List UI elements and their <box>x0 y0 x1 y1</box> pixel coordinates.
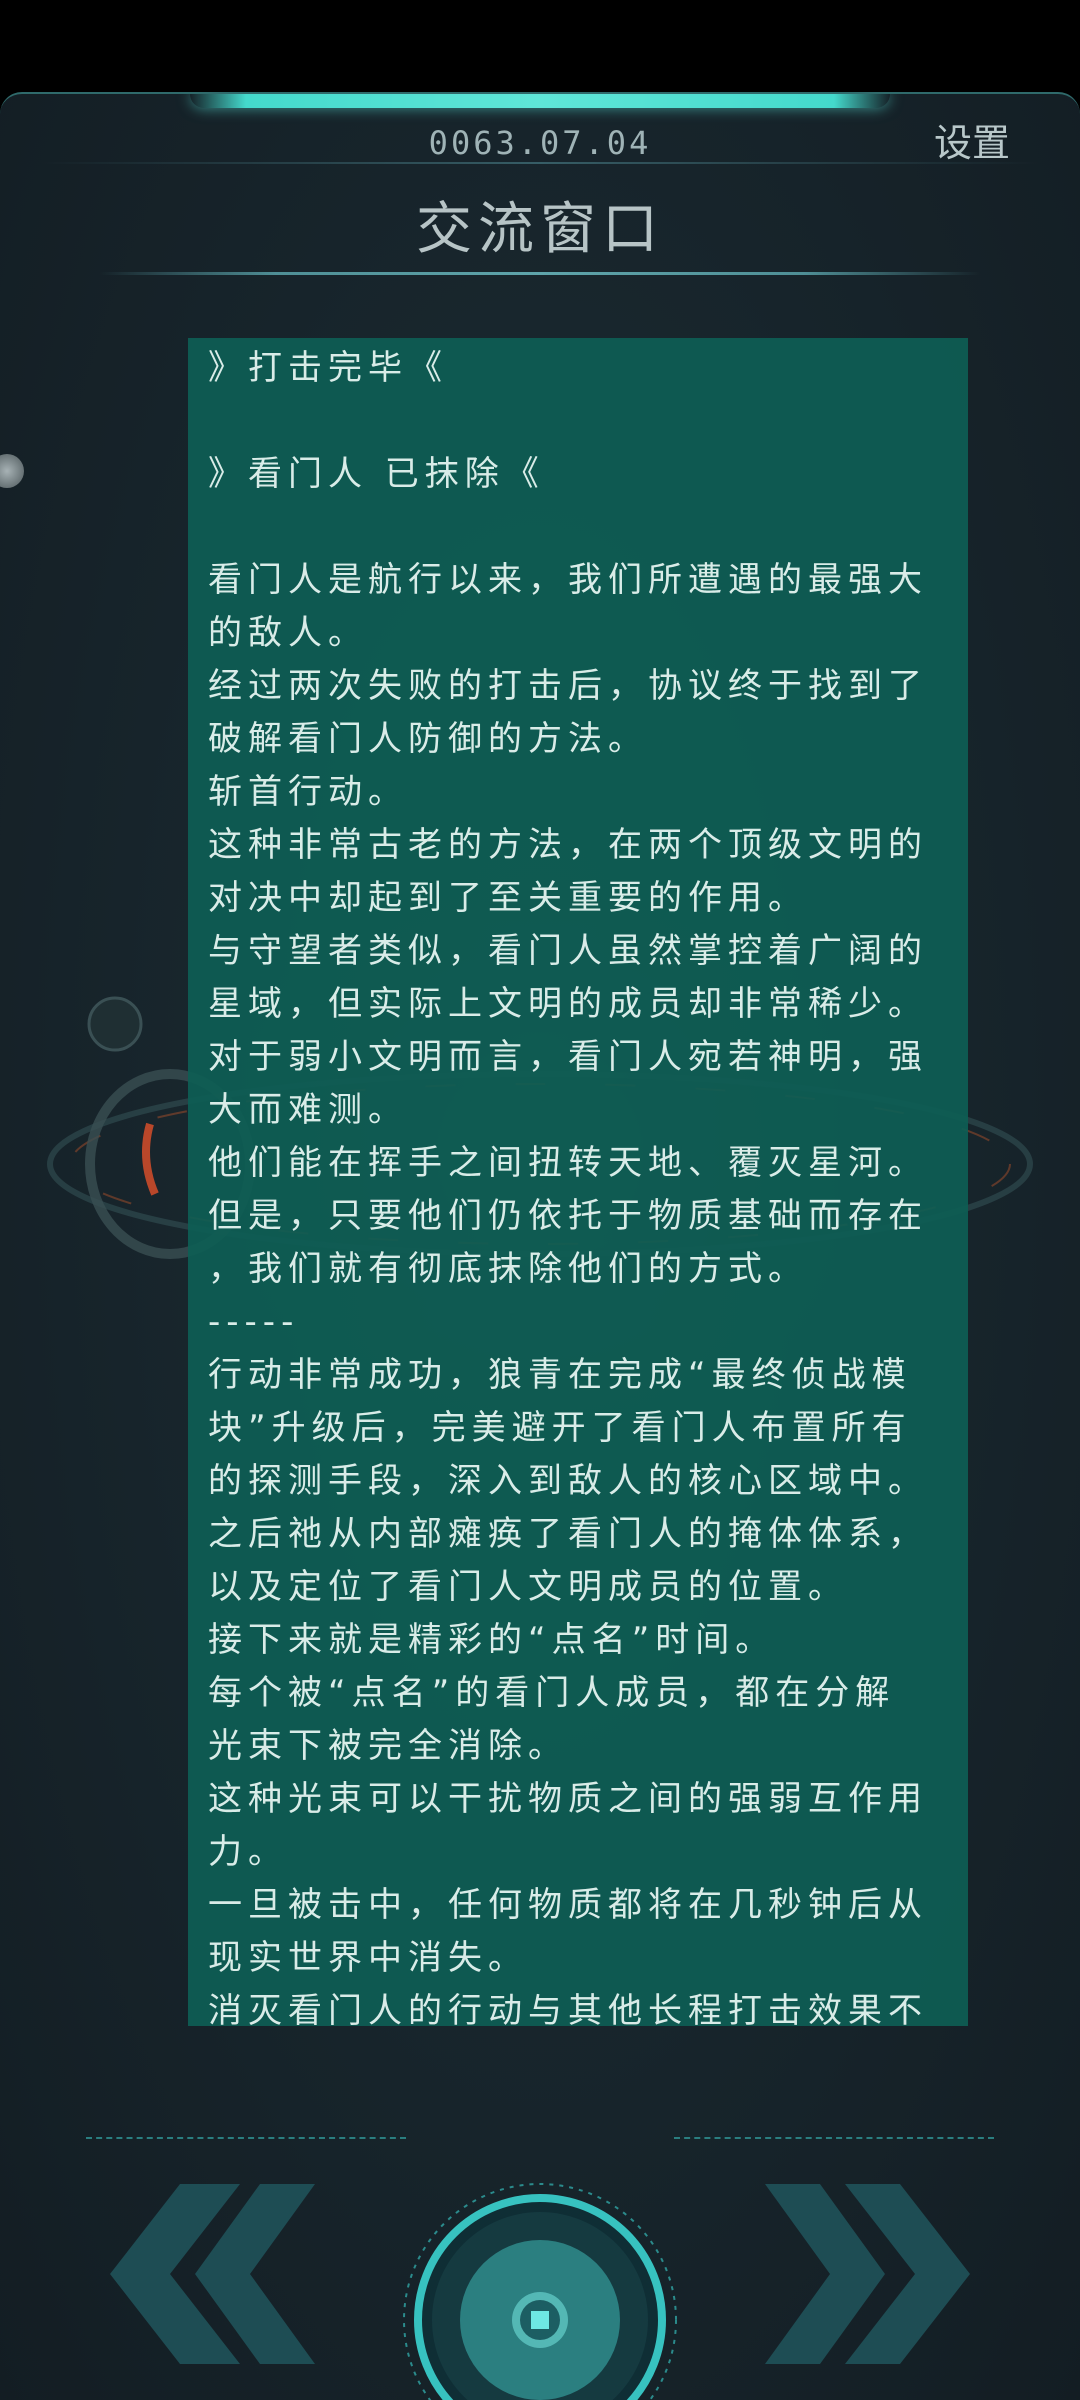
message-line: 他们能在挥手之间扭转天地、覆灭星河。 <box>208 1143 928 1183</box>
date-display: 0063.07.04 <box>428 124 652 162</box>
double-chevron-right-icon <box>765 2184 970 2364</box>
message-line: 一旦被击中，任何物质都将在几秒钟后从 <box>208 1885 928 1925</box>
message-line: 对决中却起到了至关重要的作用。 <box>208 878 808 918</box>
message-line <box>208 395 950 448</box>
message-line: 的敌人。 <box>208 613 368 653</box>
message-panel[interactable]: 》打击完毕《》看门人 已抹除《看门人是航行以来，我们所遭遇的最强大 的敌人。经过两… <box>188 338 968 2026</box>
message-line: 的探测手段，深入到敌人的核心区域中。 <box>208 1461 928 1501</box>
top-divider <box>40 162 1040 164</box>
message-line: 但是，只要他们仍依托于物质基础而存在 <box>208 1196 928 1236</box>
message-line: 力。 <box>208 1832 288 1872</box>
previous-button[interactable] <box>100 2174 320 2374</box>
message-line: 块”升级后，完美避开了看门人布置所有 <box>208 1408 912 1448</box>
page-title: 交流窗口 <box>416 197 664 262</box>
message-line: ，我们就有彻底抹除他们的方式。 <box>208 1249 808 1289</box>
message-line: 这种非常古老的方法，在两个顶级文明的 <box>208 825 928 865</box>
message-list: 》打击完毕《》看门人 已抹除《看门人是航行以来，我们所遭遇的最强大 的敌人。经过两… <box>208 342 950 2026</box>
message-line: 看门人是航行以来，我们所遭遇的最强大 <box>208 560 928 600</box>
communication-window: 0063.07.04 设置 交流窗口 》打击完毕《》看门人 已抹除《看门人是航行… <box>0 92 1080 2400</box>
message-line: 这种光束可以干扰物质之间的强弱互作用 <box>208 1779 928 1819</box>
message-line: 接下来就是精彩的“点名”时间。 <box>208 1620 776 1660</box>
message-line: 经过两次失败的打击后，协议终于找到了 <box>208 666 928 706</box>
message-line: 行动非常成功，狼青在完成“最终侦战模 <box>208 1355 912 1395</box>
message-line: 之后祂从内部瘫痪了看门人的掩体体系， <box>208 1514 928 1554</box>
message-line: 》打击完毕《 <box>208 348 448 388</box>
message-line: 光束下被完全消除。 <box>208 1726 568 1766</box>
center-confirm-button[interactable] <box>400 2180 680 2400</box>
bottom-divider-right <box>674 2137 994 2139</box>
message-line: 星域，但实际上文明的成员却非常稀少。 <box>208 984 928 1024</box>
title-underline <box>100 272 980 275</box>
message-line: 破解看门人防御的方法。 <box>208 719 648 759</box>
screen: 0063.07.04 设置 交流窗口 》打击完毕《》看门人 已抹除《看门人是航行… <box>0 0 1080 2400</box>
message-line: ----- <box>208 1302 300 1342</box>
message-line: 消灭看门人的行动与其他长程打击效果不 <box>208 1991 928 2026</box>
double-chevron-left-icon <box>110 2184 315 2364</box>
message-line: 大而难测。 <box>208 1090 408 1130</box>
message-line: 对于弱小文明而言，看门人宛若神明，强 <box>208 1037 928 1077</box>
message-line: 以及定位了看门人文明成员的位置。 <box>208 1567 848 1607</box>
bottom-divider-left <box>86 2137 406 2139</box>
message-line: 每个被“点名”的看门人成员，都在分解 <box>208 1673 896 1713</box>
message-line: 与守望者类似，看门人虽然掌控着广阔的 <box>208 931 928 971</box>
message-line: 现实世界中消失。 <box>208 1938 528 1978</box>
settings-button[interactable]: 设置 <box>934 112 1010 167</box>
message-line: 》看门人 已抹除《 <box>208 454 545 494</box>
planet-dot-decoration <box>0 454 24 488</box>
message-line <box>208 501 950 554</box>
next-button[interactable] <box>760 2174 980 2374</box>
message-line: 斩首行动。 <box>208 772 408 812</box>
circle-confirm-icon <box>460 2240 620 2400</box>
top-glow-bar <box>190 94 890 108</box>
